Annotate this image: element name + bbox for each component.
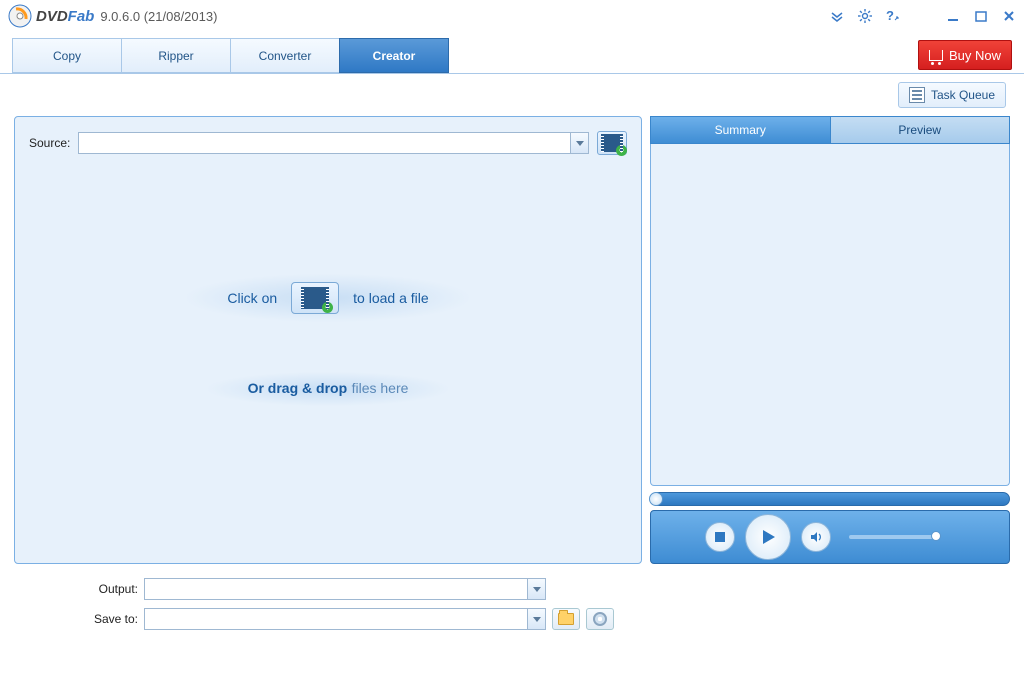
title-bar: DVDFab 9.0.6.0 (21/08/2013) ? bbox=[0, 0, 1024, 32]
close-icon[interactable] bbox=[1002, 9, 1016, 23]
window-controls: ? bbox=[830, 9, 1016, 23]
preview-area bbox=[650, 144, 1010, 486]
click-hint: Click on + to load a file bbox=[187, 274, 468, 322]
buy-now-label: Buy Now bbox=[949, 48, 1001, 63]
output-select[interactable] bbox=[144, 578, 546, 600]
save-to-label: Save to: bbox=[82, 612, 138, 626]
drag-drop-text: Or drag & drop files here bbox=[248, 380, 409, 398]
buy-now-button[interactable]: Buy Now bbox=[918, 40, 1012, 70]
source-panel: Source: + Click on + to load a file Or d… bbox=[14, 116, 642, 564]
task-queue-label: Task Queue bbox=[931, 88, 995, 102]
minimize-icon[interactable] bbox=[946, 9, 960, 23]
play-button[interactable] bbox=[745, 514, 791, 560]
burn-disc-button[interactable] bbox=[586, 608, 614, 630]
browse-folder-button[interactable] bbox=[552, 608, 580, 630]
menu-icon[interactable] bbox=[830, 9, 844, 23]
to-load-text: to load a file bbox=[353, 290, 429, 306]
player-controls bbox=[650, 510, 1010, 564]
task-queue-icon bbox=[909, 87, 925, 103]
output-dropdown-button[interactable] bbox=[527, 579, 545, 599]
chevron-down-icon bbox=[533, 587, 541, 592]
maximize-icon[interactable] bbox=[974, 9, 988, 23]
preview-tabs: Summary Preview bbox=[650, 116, 1010, 144]
cart-icon bbox=[929, 50, 943, 61]
task-queue-button[interactable]: Task Queue bbox=[898, 82, 1006, 108]
app-name: DVDFab bbox=[36, 8, 94, 25]
save-to-field[interactable] bbox=[145, 609, 527, 629]
tab-creator[interactable]: Creator bbox=[339, 38, 449, 73]
bottom-section: Output: Save to: bbox=[0, 564, 1024, 630]
save-to-select[interactable] bbox=[144, 608, 546, 630]
tab-summary[interactable]: Summary bbox=[650, 116, 831, 144]
save-to-dropdown-button[interactable] bbox=[527, 609, 545, 629]
tab-preview[interactable]: Preview bbox=[831, 116, 1011, 144]
seek-thumb[interactable] bbox=[649, 492, 663, 506]
volume-button[interactable] bbox=[801, 522, 831, 552]
gear-icon[interactable] bbox=[858, 9, 872, 23]
preview-panel: Summary Preview bbox=[650, 116, 1010, 564]
save-to-row: Save to: bbox=[14, 608, 1010, 630]
app-version: 9.0.6.0 (21/08/2013) bbox=[100, 9, 217, 24]
film-icon: + bbox=[301, 287, 329, 309]
main-content: Source: + Click on + to load a file Or d… bbox=[0, 116, 1024, 564]
volume-slider[interactable] bbox=[849, 535, 939, 539]
volume-thumb[interactable] bbox=[931, 531, 941, 541]
tab-ripper[interactable]: Ripper bbox=[121, 38, 231, 73]
seek-bar[interactable] bbox=[650, 492, 1010, 506]
drag-hint: Or drag & drop files here bbox=[208, 372, 449, 406]
svg-text:?: ? bbox=[886, 9, 894, 23]
output-label: Output: bbox=[82, 582, 138, 596]
chevron-down-icon bbox=[533, 617, 541, 622]
main-toolbar: Copy Ripper Converter Creator Buy Now bbox=[0, 32, 1024, 74]
folder-icon bbox=[558, 613, 574, 625]
sub-toolbar: Task Queue bbox=[0, 74, 1024, 116]
output-row: Output: bbox=[14, 578, 1010, 600]
stop-button[interactable] bbox=[705, 522, 735, 552]
drop-area[interactable]: Click on + to load a file Or drag & drop… bbox=[15, 117, 641, 563]
tab-copy[interactable]: Copy bbox=[12, 38, 122, 73]
app-logo-icon bbox=[8, 4, 32, 28]
load-file-button[interactable]: + bbox=[291, 282, 339, 314]
output-field[interactable] bbox=[145, 579, 527, 599]
click-on-text: Click on bbox=[227, 290, 277, 306]
help-icon[interactable]: ? bbox=[886, 9, 900, 23]
disc-icon bbox=[593, 612, 607, 626]
plus-badge-icon: + bbox=[322, 302, 333, 313]
tab-converter[interactable]: Converter bbox=[230, 38, 340, 73]
